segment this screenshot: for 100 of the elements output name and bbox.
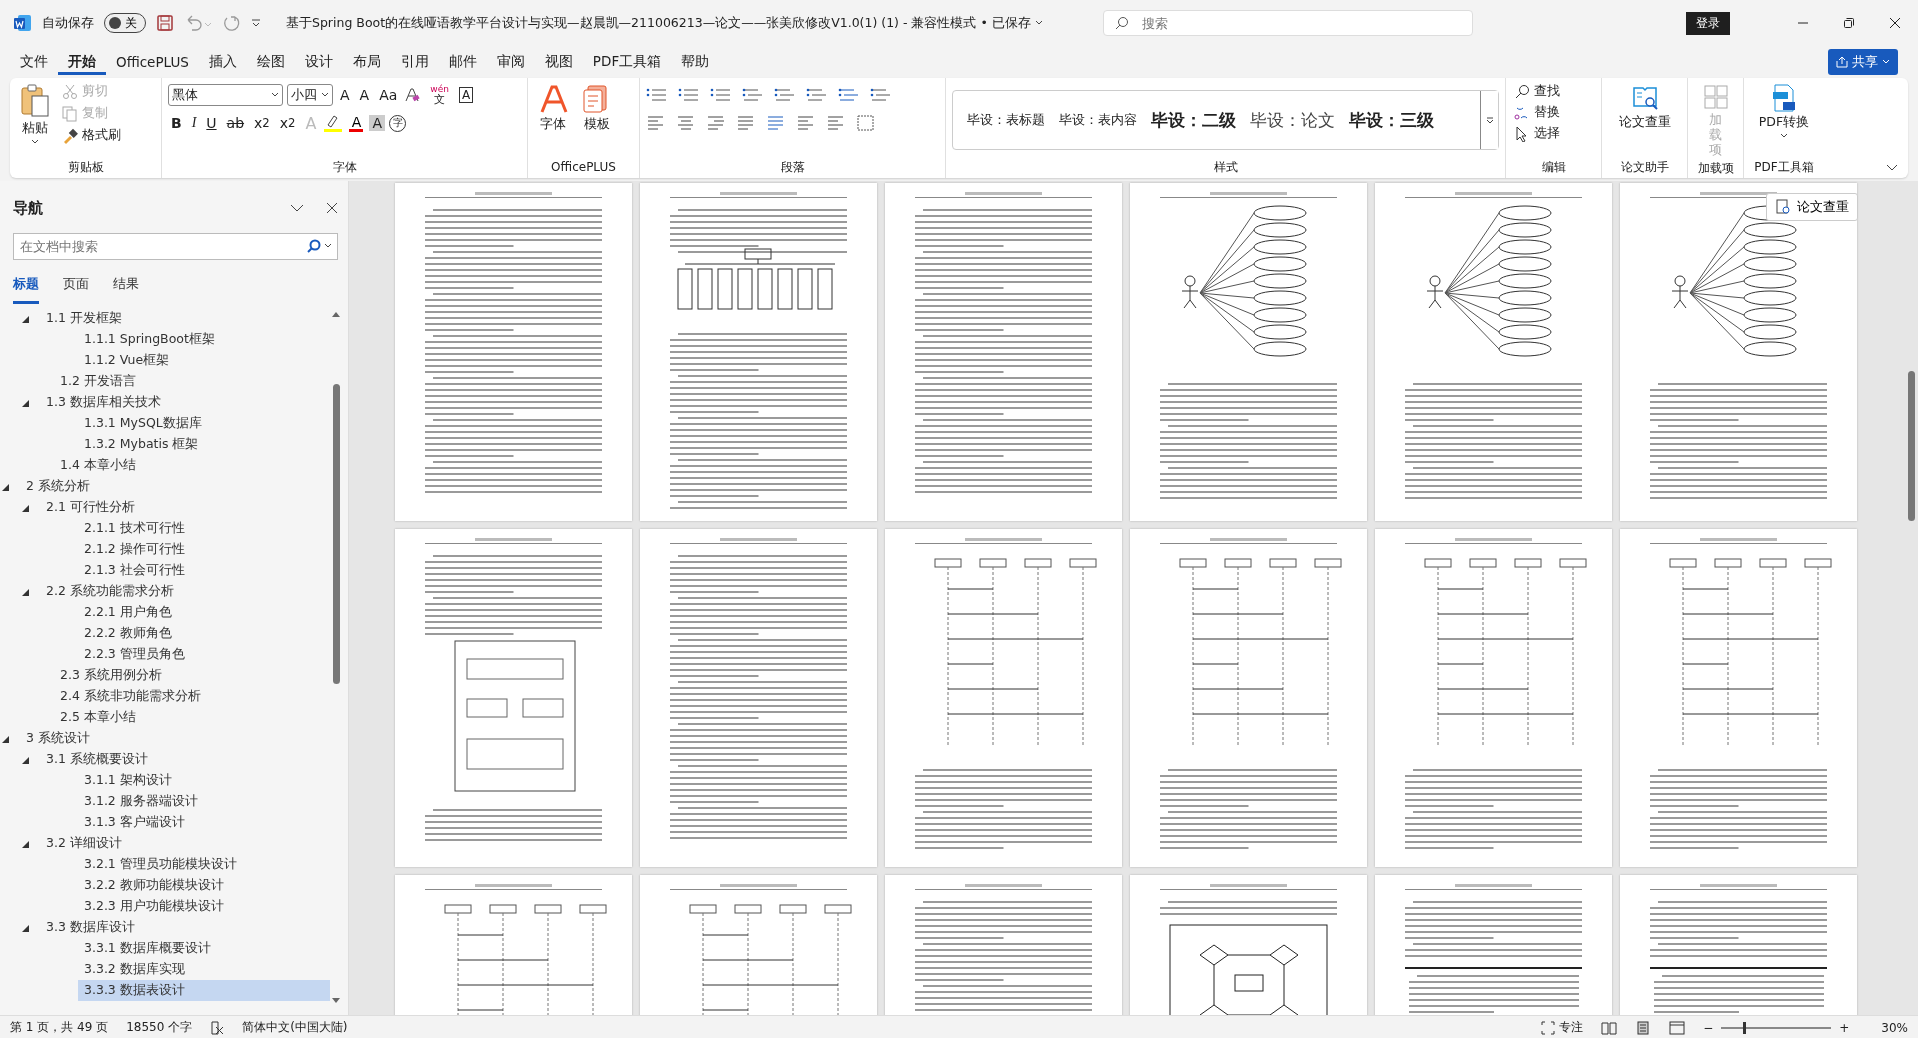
menu-tab[interactable]: 布局 [342, 49, 391, 75]
menu-tab[interactable]: 视图 [534, 49, 583, 75]
heading-item[interactable]: 2.2.2 教师角色 [78, 623, 178, 644]
menu-tab[interactable]: 插入 [198, 49, 247, 75]
heading-item[interactable]: 1.1.2 Vue框架 [78, 350, 176, 371]
heading-item[interactable]: 1.1.1 SpringBoot框架 [78, 329, 221, 350]
template-button[interactable]: 模板 [578, 82, 616, 135]
heading-item[interactable]: 1.1 开发框架 [40, 308, 128, 329]
thesis-check-button[interactable]: 论文查重 [1766, 193, 1858, 221]
heading-item[interactable]: 3.2.2 教师功能模块设计 [78, 875, 230, 896]
grow-font-button[interactable]: A [337, 87, 353, 103]
heading-item[interactable]: 1.4 本章小结 [54, 455, 142, 476]
document-search-field[interactable]: 在文档中搜索 [13, 233, 338, 260]
login-button[interactable]: 登录 [1686, 11, 1730, 35]
menu-tab[interactable]: 引用 [390, 49, 439, 75]
heading-item[interactable]: 2.1.2 操作可行性 [78, 539, 191, 560]
heading-item[interactable]: 2.1.1 技术可行性 [78, 518, 191, 539]
heading-item[interactable]: 2.2.3 管理员角色 [78, 644, 191, 665]
style-item[interactable]: 毕设：表标题 [967, 111, 1045, 129]
focus-button[interactable]: 专注 [1541, 1019, 1584, 1036]
italic-button[interactable]: I [188, 115, 200, 131]
menu-tab[interactable]: 帮助 [671, 49, 720, 75]
font-color-button[interactable]: A [347, 114, 366, 132]
heading-item[interactable]: 2.2 系统功能需求分析 [40, 581, 180, 602]
font-size-field[interactable]: 小四 [287, 84, 333, 106]
style-item[interactable]: 毕设：表内容 [1059, 111, 1137, 129]
heading-item[interactable]: 3.1.3 客户端设计 [78, 812, 191, 833]
group-label: PDF工具箱 [1753, 159, 1815, 176]
change-case-button[interactable]: Aa [376, 87, 401, 103]
heading-item[interactable]: 3.2.3 用户功能模块设计 [78, 896, 230, 917]
pane-tab[interactable]: 结果 [113, 274, 139, 304]
menu-tab[interactable]: 审阅 [486, 49, 535, 75]
character-shading-button[interactable]: A [369, 115, 386, 131]
menu-tab[interactable]: OfficePLUS [106, 50, 199, 74]
heading-item[interactable]: 2.4 系统非功能需求分析 [54, 686, 207, 707]
menu-tab[interactable]: 文件 [10, 49, 58, 75]
replace-button[interactable]: 替换 [1512, 103, 1595, 122]
find-button[interactable]: 查找 [1512, 82, 1595, 101]
zoom-out-button[interactable]: − [1703, 1020, 1714, 1035]
autosave-label: 自动保存 [42, 14, 94, 32]
search-field[interactable]: 搜索 [1102, 10, 1473, 36]
group-label: 剪贴板 [66, 159, 105, 176]
clipboard-action[interactable]: 格式刷 [60, 126, 123, 145]
brush-icon [62, 127, 78, 144]
heading-item[interactable]: 2.2.1 用户角色 [78, 602, 178, 623]
menu-tab[interactable]: 设计 [294, 49, 343, 75]
menu-tab[interactable]: 开始 [58, 49, 106, 75]
select-button[interactable]: 选择 [1512, 124, 1595, 143]
underline-button[interactable]: U [203, 115, 220, 131]
styles-more-button[interactable] [1480, 91, 1498, 149]
scrollbar[interactable] [330, 310, 342, 1005]
heading-item[interactable]: 1.3.1 MySQL数据库 [78, 413, 208, 434]
heading-item[interactable]: 1.3.2 Mybatis 框架 [78, 434, 205, 455]
bold-button[interactable]: B [168, 115, 185, 131]
thesis-check-button[interactable]: 论文查重 [1614, 82, 1675, 133]
menu-tab[interactable]: 邮件 [438, 49, 487, 75]
menu-tab[interactable]: 绘图 [246, 49, 295, 75]
menu-tab[interactable]: PDF工具箱 [582, 49, 672, 75]
document-title: 基于Spring Boot的在线哑语教学平台设计与实现—赵晨凯—211006213—论文——张美欣修改V1.0(1) (1) - 兼容性模式 • 已保存 [286, 14, 1031, 32]
strikethrough-button[interactable]: ab [223, 115, 248, 131]
heading-item[interactable]: 2.5 本章小结 [54, 707, 142, 728]
character-border-button[interactable]: A [458, 87, 474, 103]
heading-item[interactable]: 1.3 数据库相关技术 [40, 392, 167, 413]
heading-item[interactable]: 3.3.3 数据表设计 [78, 980, 330, 1001]
heading-item[interactable]: 2.3 系统用例分析 [54, 665, 168, 686]
paste-button[interactable]: 粘贴 [16, 82, 54, 147]
autosave-toggle[interactable]: 关 [104, 13, 146, 33]
pane-tab[interactable]: 页面 [63, 274, 89, 304]
heading-item[interactable]: 3.3.2 数据库实现 [78, 959, 191, 980]
font-name-field[interactable]: 黑体 [168, 84, 283, 106]
pane-tab[interactable]: 标题 [13, 274, 39, 304]
heading-item[interactable]: 3.2.1 管理员功能模块设计 [78, 854, 243, 875]
share-button[interactable]: 共享 [1828, 49, 1898, 75]
phonetic-guide-button[interactable]: wén 文 [424, 84, 455, 106]
zoom-in-button[interactable]: + [1839, 1020, 1850, 1035]
pdf-convert-button[interactable]: PDF转换 [1754, 82, 1814, 141]
pane-options-button[interactable] [290, 204, 304, 212]
close-button[interactable] [326, 202, 338, 214]
heading-item[interactable]: 2.1 可行性分析 [40, 497, 141, 518]
heading-item[interactable]: 3.3 数据库设计 [40, 917, 141, 938]
group-label: 字体 [331, 159, 358, 176]
heading-item[interactable]: 3.1.2 服务器端设计 [78, 791, 204, 812]
shrink-font-button[interactable]: A [356, 87, 373, 103]
caret-icon [31, 139, 39, 145]
heading-item[interactable]: 3.3.1 数据库概要设计 [78, 938, 217, 959]
heading-item[interactable]: 3.1.1 架构设计 [78, 770, 178, 791]
heading-item[interactable]: 3.1 系统概要设计 [40, 749, 154, 770]
style-item[interactable]: 毕设：论文 [1250, 108, 1335, 132]
heading-item[interactable]: 1.2 开发语言 [54, 371, 142, 392]
group-label: 编辑 [1540, 159, 1567, 176]
heading-item[interactable]: 2 系统分析 [20, 476, 96, 497]
align-right-icon [706, 114, 726, 132]
slider-thumb[interactable] [1743, 1021, 1747, 1034]
style-item[interactable]: 毕设：三级 [1349, 108, 1434, 132]
heading-item[interactable]: 3 系统设计 [20, 728, 96, 749]
heading-item[interactable]: 3.2 详细设计 [40, 833, 128, 854]
style-item[interactable]: 毕设：二级 [1151, 108, 1236, 132]
heading-item[interactable]: 2.1.3 社会可行性 [78, 560, 191, 581]
pane-title: 导航 [13, 198, 43, 218]
font-library-button[interactable]: 字体 [534, 82, 572, 135]
